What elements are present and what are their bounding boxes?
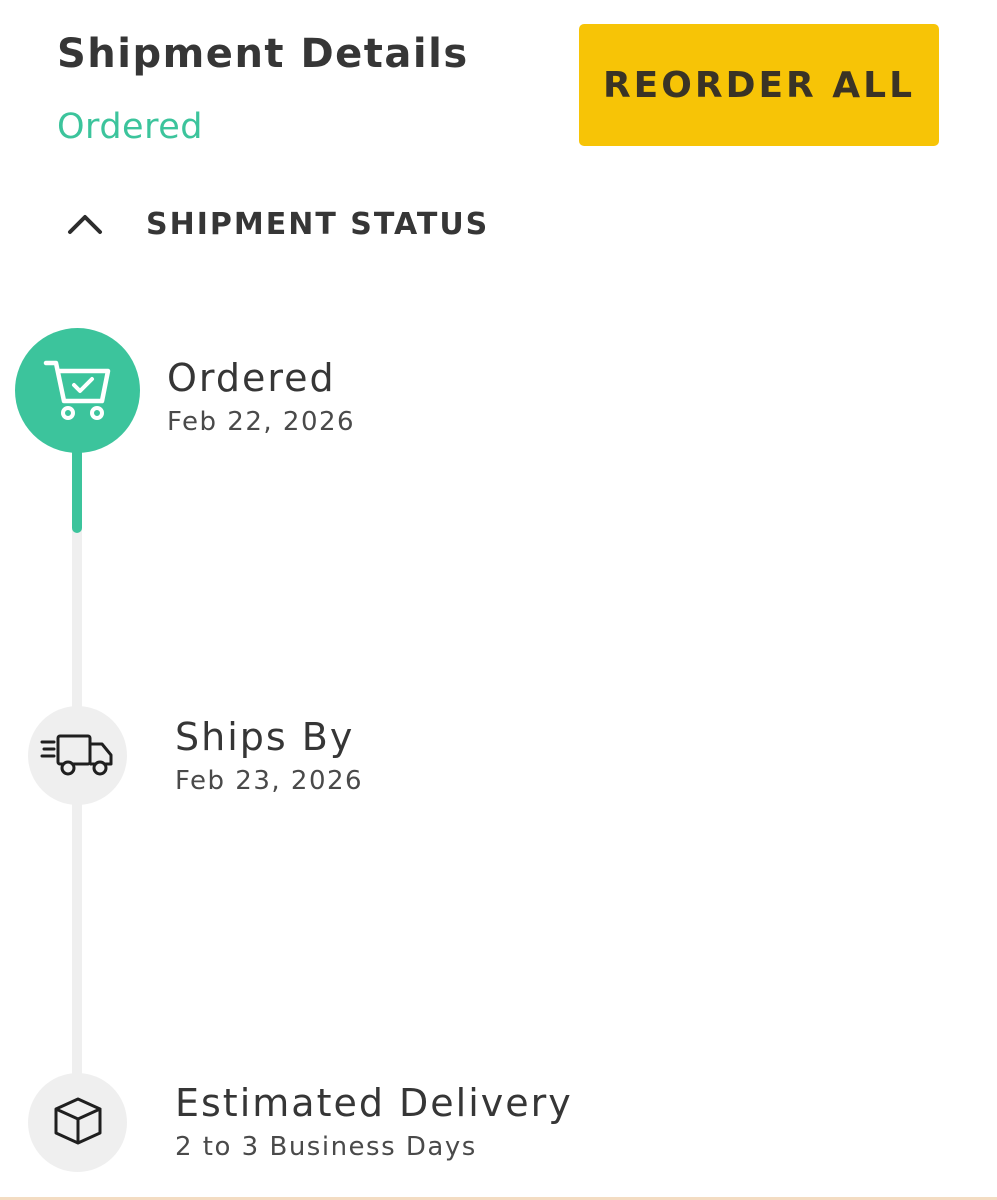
- ships-by-step-title: Ships By: [175, 715, 355, 759]
- timeline-progress: [72, 440, 82, 533]
- order-status-text: Ordered: [57, 107, 203, 147]
- shipment-status-toggle[interactable]: SHIPMENT STATUS: [62, 196, 489, 252]
- cart-check-icon: [42, 355, 114, 427]
- shipment-status-label: SHIPMENT STATUS: [146, 206, 490, 242]
- ordered-step-date: Feb 22, 2026: [167, 407, 356, 437]
- ordered-step-icon: [15, 328, 140, 453]
- delivery-truck-icon: [40, 730, 116, 782]
- reorder-all-button[interactable]: REORDER ALL: [579, 24, 939, 146]
- estimated-delivery-step-title: Estimated Delivery: [175, 1081, 573, 1125]
- ships-by-step-date: Feb 23, 2026: [175, 766, 364, 796]
- package-box-icon: [52, 1095, 104, 1151]
- ships-by-step-icon: [28, 706, 127, 805]
- chevron-up-icon: [62, 196, 108, 252]
- page-title: Shipment Details: [57, 31, 469, 77]
- estimated-delivery-step-icon: [28, 1073, 127, 1172]
- ordered-step-title: Ordered: [167, 356, 336, 400]
- estimated-delivery-step-detail: 2 to 3 Business Days: [175, 1132, 477, 1162]
